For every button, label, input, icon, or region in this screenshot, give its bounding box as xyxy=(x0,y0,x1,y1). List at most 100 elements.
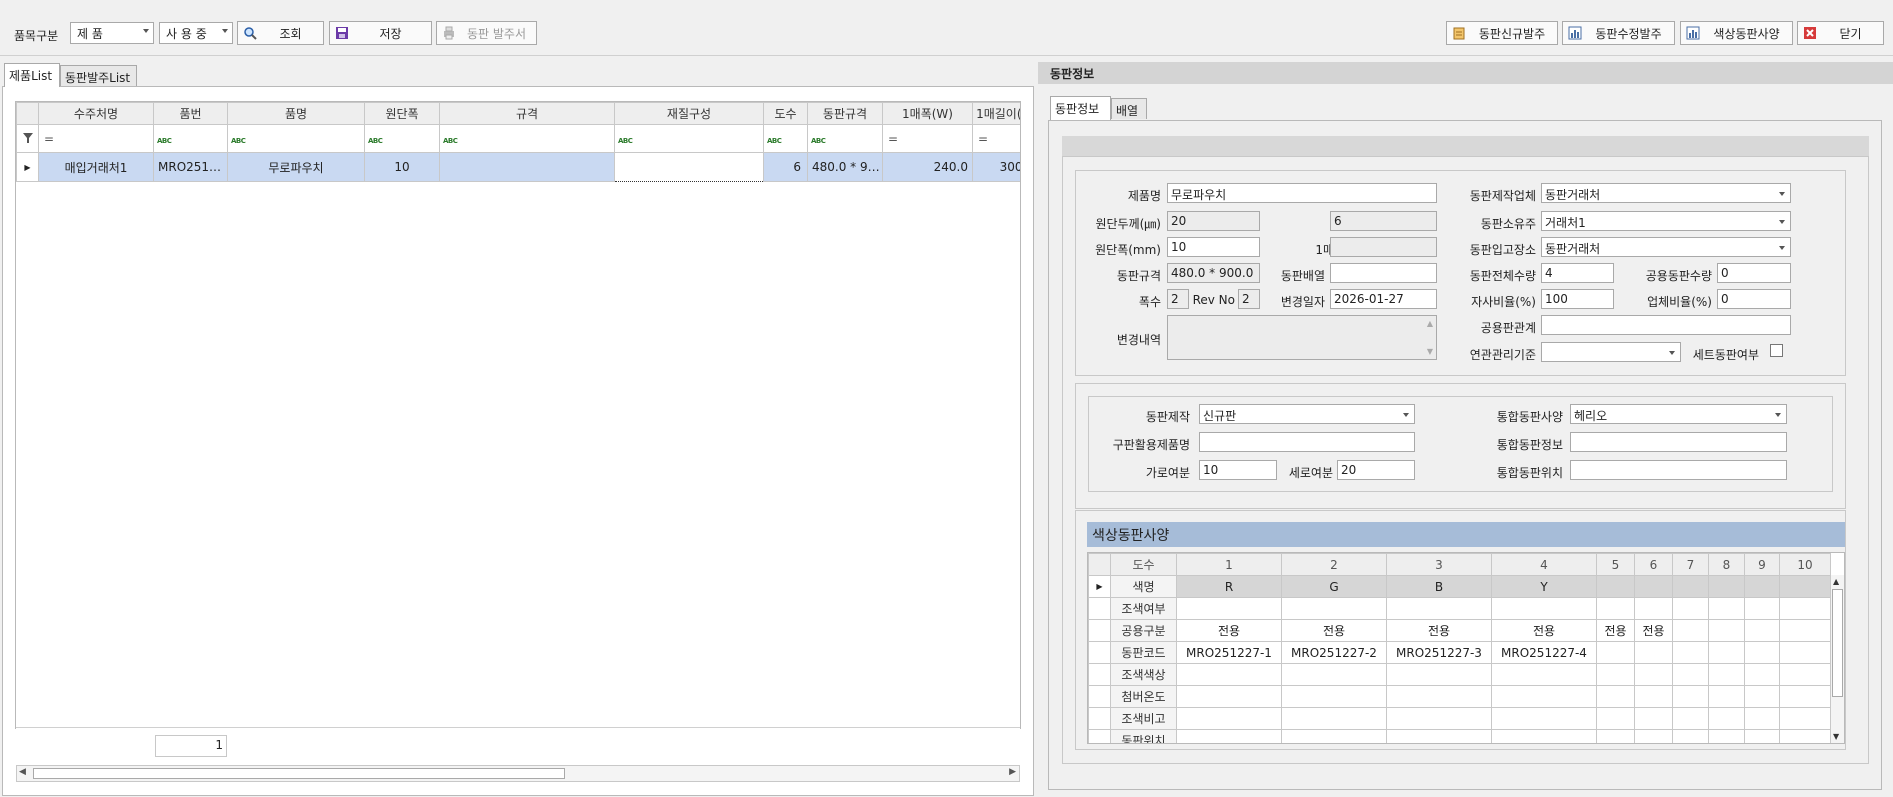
color-spec-cell[interactable] xyxy=(1634,707,1673,730)
color-spec-cell[interactable] xyxy=(1386,729,1492,743)
color-spec-cell[interactable]: R xyxy=(1176,575,1282,598)
column-header[interactable]: 원단폭 xyxy=(364,102,440,125)
shared-qty-field[interactable]: 0 xyxy=(1717,263,1791,283)
filter-cell[interactable]: ABC xyxy=(153,124,228,153)
color-spec-cell[interactable] xyxy=(1779,575,1831,598)
scroll-down-icon[interactable]: ▼ xyxy=(1833,732,1839,741)
scrollbar-thumb[interactable] xyxy=(33,768,565,779)
color-spec-cell[interactable]: 전용 xyxy=(1386,619,1492,642)
cell-plate-spec[interactable]: 480.0 * 90... xyxy=(807,152,883,182)
color-spec-cell[interactable]: MRO251227-2 xyxy=(1281,641,1387,664)
color-spec-cell[interactable] xyxy=(1708,685,1745,708)
color-spec-cell[interactable] xyxy=(1744,685,1780,708)
color-spec-cell[interactable] xyxy=(1596,729,1635,743)
color-spec-row[interactable]: 조색비고 xyxy=(1088,707,1831,730)
cell-material[interactable] xyxy=(614,152,764,182)
cell-customer[interactable]: 매입거래처1 xyxy=(38,152,154,182)
color-spec-cell[interactable] xyxy=(1708,619,1745,642)
color-spec-cell[interactable] xyxy=(1779,729,1831,743)
color-spec-cell[interactable] xyxy=(1708,575,1745,598)
color-spec-row[interactable]: 공용구분 전용 전용 전용 전용 전용 전용 xyxy=(1088,619,1831,642)
color-spec-cell[interactable] xyxy=(1779,597,1831,620)
color-spec-cell[interactable] xyxy=(1672,685,1709,708)
color-spec-cell[interactable] xyxy=(1176,707,1282,730)
color-spec-cell[interactable] xyxy=(1281,707,1387,730)
color-spec-cell[interactable] xyxy=(1596,663,1635,686)
color-spec-cell[interactable] xyxy=(1672,597,1709,620)
column-header[interactable]: 품번 xyxy=(153,102,228,125)
color-spec-row[interactable]: 조색색상 xyxy=(1088,663,1831,686)
own-ratio-field[interactable]: 100 xyxy=(1541,289,1614,309)
width-field[interactable]: 10 xyxy=(1167,237,1260,257)
plate-make-select[interactable]: 신규판 xyxy=(1199,404,1415,424)
cell-sheet-length[interactable]: 300... xyxy=(972,152,1020,182)
color-spec-cell[interactable] xyxy=(1634,729,1673,743)
color-spec-cell[interactable] xyxy=(1779,663,1831,686)
color-spec-cell[interactable] xyxy=(1672,641,1709,664)
int-loc-field[interactable] xyxy=(1570,460,1787,480)
color-spec-cell[interactable] xyxy=(1744,619,1780,642)
status-select[interactable]: 사 용 중 xyxy=(159,22,233,44)
save-button[interactable]: 저장 xyxy=(329,21,432,45)
owner-select[interactable]: 거래처1 xyxy=(1541,211,1791,231)
color-spec-cell[interactable] xyxy=(1672,707,1709,730)
color-spec-cell[interactable] xyxy=(1596,641,1635,664)
color-spec-cell[interactable] xyxy=(1672,575,1709,598)
color-spec-cell[interactable] xyxy=(1491,597,1597,620)
table-row[interactable]: ▶ 매입거래처1 MRO2512... 무로파우치 10 6 480.0 * 9… xyxy=(16,152,1020,182)
color-spec-cell[interactable] xyxy=(1176,597,1282,620)
color-spec-cell[interactable] xyxy=(1491,729,1597,743)
column-header[interactable]: 1매길이(L) xyxy=(972,102,1020,125)
v-margin-field[interactable]: 20 xyxy=(1337,460,1415,480)
color-spec-cell[interactable] xyxy=(1672,729,1709,743)
scroll-right-icon[interactable]: ▶ xyxy=(1009,767,1016,777)
color-spec-cell[interactable] xyxy=(1491,707,1597,730)
scroll-down-icon[interactable]: ▼ xyxy=(1427,347,1433,356)
color-spec-cell[interactable] xyxy=(1386,663,1492,686)
color-spec-cell[interactable] xyxy=(1744,729,1780,743)
color-spec-cell[interactable] xyxy=(1634,663,1673,686)
color-spec-cell[interactable] xyxy=(1779,641,1831,664)
cell-product-name[interactable]: 무로파우치 xyxy=(227,152,365,182)
vertical-scrollbar[interactable]: ▲ ▼ xyxy=(1830,575,1844,743)
filter-cell[interactable]: ABC xyxy=(807,124,883,153)
color-spec-cell[interactable] xyxy=(1672,663,1709,686)
int-spec-select[interactable]: 헤리오 xyxy=(1570,404,1787,424)
category-select[interactable]: 제 품 xyxy=(70,22,154,44)
color-spec-cell[interactable] xyxy=(1744,641,1780,664)
column-header[interactable]: 동판규격 xyxy=(807,102,883,125)
color-spec-row[interactable]: 조색여부 xyxy=(1088,597,1831,620)
color-spec-cell[interactable] xyxy=(1634,597,1673,620)
color-spec-row[interactable]: ▶ 색명 R G B Y xyxy=(1088,575,1831,598)
storage-select[interactable]: 동판거래처 xyxy=(1541,237,1791,257)
search-button[interactable]: 조회 xyxy=(237,21,324,45)
filter-cell[interactable]: = xyxy=(972,124,1020,153)
close-button[interactable]: 닫기 xyxy=(1797,21,1884,45)
color-spec-cell[interactable] xyxy=(1596,597,1635,620)
column-header[interactable]: 도수 xyxy=(763,102,808,125)
color-spec-cell[interactable] xyxy=(1491,663,1597,686)
filter-cell[interactable]: = xyxy=(38,124,154,153)
scroll-up-icon[interactable]: ▲ xyxy=(1833,577,1839,586)
color-spec-cell[interactable] xyxy=(1596,685,1635,708)
color-spec-cell[interactable] xyxy=(1634,685,1673,708)
color-spec-cell[interactable]: Y xyxy=(1491,575,1597,598)
color-spec-cell[interactable] xyxy=(1744,597,1780,620)
filter-cell[interactable]: ABC xyxy=(364,124,440,153)
color-spec-cell[interactable]: B xyxy=(1386,575,1492,598)
scrollbar-thumb[interactable] xyxy=(1832,589,1843,697)
tab-layout[interactable]: 배열 xyxy=(1111,98,1147,119)
product-name-field[interactable]: 무로파우치 xyxy=(1167,183,1437,203)
vendor-ratio-field[interactable]: 0 xyxy=(1717,289,1791,309)
filter-cell[interactable]: ABC xyxy=(614,124,764,153)
filter-cell[interactable]: = xyxy=(882,124,973,153)
filter-icon[interactable] xyxy=(16,124,39,153)
horizontal-scrollbar[interactable]: ◀ ▶ xyxy=(16,765,1020,782)
color-spec-cell[interactable]: MRO251227-3 xyxy=(1386,641,1492,664)
set-plate-checkbox[interactable] xyxy=(1770,344,1783,357)
color-spec-cell[interactable]: MRO251227-4 xyxy=(1491,641,1597,664)
color-spec-cell[interactable] xyxy=(1176,663,1282,686)
cell-dosu[interactable]: 6 xyxy=(763,152,808,182)
color-spec-cell[interactable] xyxy=(1491,685,1597,708)
color-spec-cell[interactable]: 전용 xyxy=(1634,619,1673,642)
